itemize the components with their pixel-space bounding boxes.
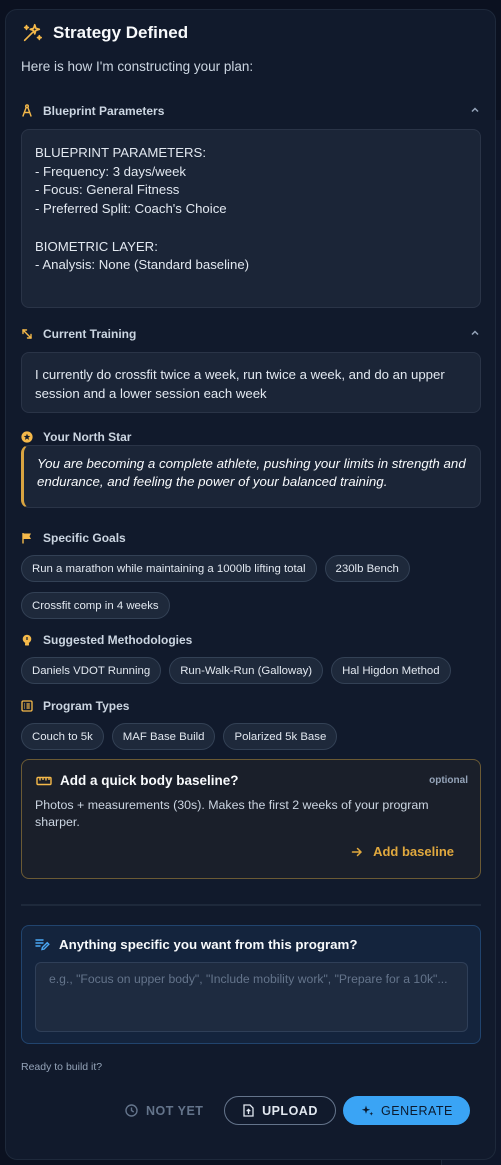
- goal-chip: Run a marathon while maintaining a 1000l…: [21, 555, 317, 582]
- baseline-description: Photos + measurements (30s). Makes the f…: [35, 798, 429, 829]
- star-badge-icon: [21, 431, 33, 443]
- current-training-section-header[interactable]: Current Training: [21, 326, 480, 341]
- current-training-text: I currently do crossfit twice a week, ru…: [35, 367, 445, 401]
- file-upload-icon: [243, 1104, 254, 1117]
- goals-section-header: Specific Goals: [21, 531, 480, 545]
- expand-arrows-icon: [21, 328, 33, 340]
- flag-icon: [21, 532, 33, 544]
- generate-label: GENERATE: [381, 1103, 453, 1118]
- blueprint-section-header[interactable]: Blueprint Parameters: [21, 103, 480, 118]
- upload-label: UPLOAD: [262, 1103, 318, 1118]
- program-type-chip: Couch to 5k: [21, 723, 104, 750]
- ruler-icon: [36, 776, 52, 786]
- methodology-chip: Run-Walk-Run (Galloway): [169, 657, 324, 684]
- north-star-box: You are becoming a complete athlete, pus…: [21, 445, 481, 508]
- chevron-up-icon[interactable]: [470, 103, 480, 118]
- program-types-chip-list: Couch to 5k MAF Base Build Polarized 5k …: [21, 723, 481, 750]
- specific-title: Anything specific you want from this pro…: [59, 937, 358, 952]
- add-baseline-label: Add baseline: [373, 844, 454, 859]
- panel-header: Strategy Defined: [21, 22, 188, 44]
- compass-icon: [21, 104, 33, 117]
- list-icon: [21, 700, 33, 712]
- blueprint-box: BLUEPRINT PARAMETERS: - Frequency: 3 day…: [21, 129, 481, 308]
- methodologies-label: Suggested Methodologies: [43, 633, 193, 647]
- blueprint-line: [35, 219, 467, 238]
- methodology-chip: Hal Higdon Method: [331, 657, 451, 684]
- current-training-box: I currently do crossfit twice a week, ru…: [21, 352, 481, 413]
- blueprint-line: - Frequency: 3 days/week: [35, 163, 186, 179]
- program-types-section-header: Program Types: [21, 699, 480, 713]
- generate-button[interactable]: GENERATE: [343, 1096, 471, 1125]
- methodology-chip: Daniels VDOT Running: [21, 657, 162, 684]
- blueprint-line: - Focus: General Fitness: [35, 182, 180, 198]
- optional-badge: optional: [429, 775, 468, 786]
- specific-request-input[interactable]: [35, 962, 468, 1032]
- add-baseline-button[interactable]: Add baseline: [351, 844, 454, 859]
- blueprint-line: - Preferred Split: Coach's Choice: [35, 201, 227, 217]
- baseline-title-row: Add a quick body baseline?: [36, 773, 239, 788]
- blueprint-line: BLUEPRINT PARAMETERS:: [35, 145, 206, 160]
- body-baseline-card: Add a quick body baseline? optional Phot…: [21, 759, 481, 879]
- goal-chip: Crossfit comp in 4 weeks: [21, 592, 170, 619]
- north-star-section-header: Your North Star: [21, 430, 480, 444]
- clock-icon: [125, 1104, 138, 1117]
- sparkle-icon: [361, 1104, 374, 1117]
- blueprint-section-label: Blueprint Parameters: [43, 103, 165, 118]
- edit-notes-icon: [35, 938, 50, 951]
- chevron-up-icon[interactable]: [470, 326, 480, 341]
- arrow-right-icon: [351, 846, 363, 858]
- methodologies-chip-list: Daniels VDOT Running Run-Walk-Run (Gallo…: [21, 657, 481, 684]
- sparkles-icon: [21, 22, 43, 44]
- page-title: Strategy Defined: [53, 23, 189, 42]
- lightbulb-icon: [21, 634, 33, 646]
- goals-chip-list: Run a marathon while maintaining a 1000l…: [21, 555, 481, 619]
- methodologies-section-header: Suggested Methodologies: [21, 633, 480, 647]
- program-type-chip: Polarized 5k Base: [223, 723, 338, 750]
- program-type-chip: MAF Base Build: [111, 723, 216, 750]
- upload-button[interactable]: UPLOAD: [224, 1096, 337, 1125]
- intro-text: Here is how I'm constructing your plan:: [21, 59, 254, 74]
- goal-chip: 230lb Bench: [324, 555, 410, 582]
- goals-label: Specific Goals: [43, 531, 126, 545]
- action-bar: NOT YET UPLOAD GENERATE: [125, 1096, 471, 1125]
- divider: [21, 904, 481, 906]
- ready-prompt: Ready to build it?: [21, 1061, 103, 1073]
- baseline-title: Add a quick body baseline?: [60, 773, 239, 788]
- not-yet-button[interactable]: NOT YET: [125, 1096, 203, 1125]
- blueprint-line: BIOMETRIC LAYER:: [35, 238, 158, 254]
- specific-request-card: Anything specific you want from this pro…: [21, 925, 481, 1044]
- north-star-text: You are becoming a complete athlete, pus…: [37, 456, 466, 489]
- current-training-label: Current Training: [43, 326, 137, 341]
- specific-title-row: Anything specific you want from this pro…: [35, 937, 357, 952]
- north-star-label: Your North Star: [43, 430, 132, 444]
- not-yet-label: NOT YET: [146, 1103, 204, 1118]
- blueprint-line: - Analysis: None (Standard baseline): [35, 257, 250, 273]
- program-types-label: Program Types: [43, 699, 130, 713]
